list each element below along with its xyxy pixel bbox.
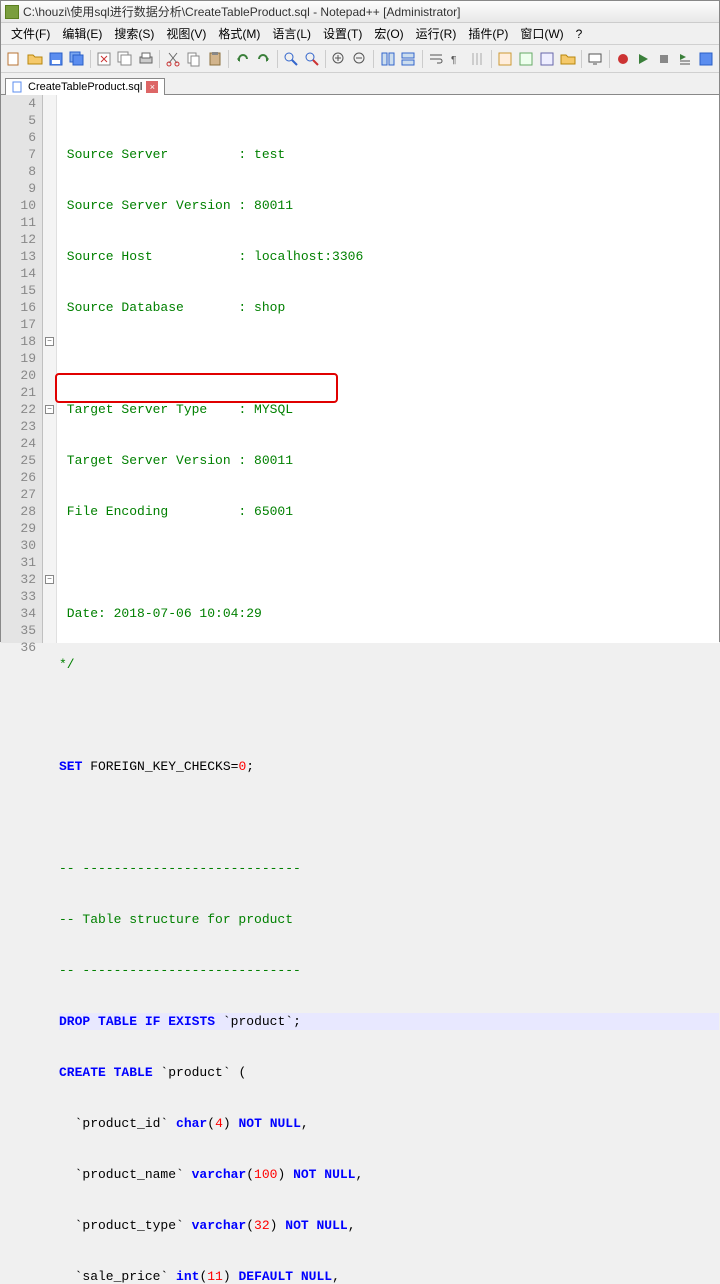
menu-help[interactable]: ?: [570, 25, 589, 43]
playlist-icon[interactable]: [676, 48, 695, 70]
line-number-gutter: 4567891011121314151617181920212223242526…: [1, 95, 43, 643]
find-icon[interactable]: [282, 48, 301, 70]
code-editor[interactable]: 4567891011121314151617181920212223242526…: [1, 95, 719, 643]
line-number: 31: [1, 554, 36, 571]
toolbar: ¶: [1, 45, 719, 73]
line-number: 33: [1, 588, 36, 605]
line-number: 34: [1, 605, 36, 622]
play-icon[interactable]: [634, 48, 653, 70]
line-number: 25: [1, 452, 36, 469]
menu-file[interactable]: 文件(F): [5, 23, 56, 44]
tab-label: CreateTableProduct.sql: [28, 81, 142, 93]
line-number: 28: [1, 503, 36, 520]
menu-lang[interactable]: 语言(L): [266, 23, 317, 44]
menu-run[interactable]: 运行(R): [410, 23, 463, 44]
line-number: 19: [1, 350, 36, 367]
line-number: 18: [1, 333, 36, 350]
zoom-in-icon[interactable]: [330, 48, 349, 70]
tab-close-icon[interactable]: ×: [146, 81, 158, 93]
line-number: 13: [1, 248, 36, 265]
window-title: C:\houzi\使用sql进行数据分析\CreateTableProduct.…: [23, 3, 461, 20]
code-area[interactable]: Source Server : test Source Server Versi…: [57, 95, 719, 643]
zoom-out-icon[interactable]: [351, 48, 370, 70]
monitor-icon[interactable]: [586, 48, 605, 70]
tab-bar: CreateTableProduct.sql ×: [1, 73, 719, 95]
file-icon: [12, 81, 24, 93]
line-number: 11: [1, 214, 36, 231]
fold-collapse-icon[interactable]: −: [45, 337, 54, 346]
save-icon[interactable]: [47, 48, 66, 70]
line-number: 30: [1, 537, 36, 554]
sync-v-icon[interactable]: [378, 48, 397, 70]
undo-icon[interactable]: [233, 48, 252, 70]
highlight-box: [55, 373, 338, 403]
line-number: 21: [1, 384, 36, 401]
svg-text:¶: ¶: [451, 55, 456, 66]
line-number: 24: [1, 435, 36, 452]
line-number: 7: [1, 146, 36, 163]
fold-collapse-icon[interactable]: −: [45, 405, 54, 414]
show-all-icon[interactable]: ¶: [447, 48, 466, 70]
menu-bar: 文件(F) 编辑(E) 搜索(S) 视图(V) 格式(M) 语言(L) 设置(T…: [1, 23, 719, 45]
line-number: 16: [1, 299, 36, 316]
paste-icon[interactable]: [206, 48, 225, 70]
save-macro-icon[interactable]: [696, 48, 715, 70]
redo-icon[interactable]: [254, 48, 273, 70]
folder-icon[interactable]: [558, 48, 577, 70]
wrap-icon[interactable]: [427, 48, 446, 70]
menu-settings[interactable]: 设置(T): [317, 23, 368, 44]
fold-collapse-icon[interactable]: −: [45, 575, 54, 584]
line-number: 32: [1, 571, 36, 588]
line-number: 14: [1, 265, 36, 282]
line-number: 35: [1, 622, 36, 639]
record-icon[interactable]: [613, 48, 632, 70]
menu-plugins[interactable]: 插件(P): [462, 23, 514, 44]
close-all-icon[interactable]: [116, 48, 135, 70]
cut-icon[interactable]: [164, 48, 183, 70]
line-number: 20: [1, 367, 36, 384]
line-number: 17: [1, 316, 36, 333]
line-number: 29: [1, 520, 36, 537]
open-file-icon[interactable]: [26, 48, 45, 70]
fold-gutter: − − −: [43, 95, 57, 643]
new-file-icon[interactable]: [5, 48, 24, 70]
line-number: 22: [1, 401, 36, 418]
menu-format[interactable]: 格式(M): [212, 23, 266, 44]
line-number: 9: [1, 180, 36, 197]
sync-h-icon[interactable]: [399, 48, 418, 70]
indent-guide-icon[interactable]: [468, 48, 487, 70]
copy-icon[interactable]: [185, 48, 204, 70]
line-number: 10: [1, 197, 36, 214]
file-tab[interactable]: CreateTableProduct.sql ×: [5, 78, 165, 95]
close-icon[interactable]: [95, 48, 114, 70]
save-all-icon[interactable]: [67, 48, 86, 70]
title-bar: C:\houzi\使用sql进行数据分析\CreateTableProduct.…: [1, 1, 719, 23]
line-number: 15: [1, 282, 36, 299]
line-number: 6: [1, 129, 36, 146]
line-number: 23: [1, 418, 36, 435]
line-number: 26: [1, 469, 36, 486]
menu-macro[interactable]: 宏(O): [368, 23, 409, 44]
app-icon: [5, 5, 19, 19]
menu-edit[interactable]: 编辑(E): [56, 23, 108, 44]
replace-icon[interactable]: [302, 48, 321, 70]
menu-search[interactable]: 搜索(S): [108, 23, 160, 44]
menu-view[interactable]: 视图(V): [160, 23, 212, 44]
line-number: 27: [1, 486, 36, 503]
print-icon[interactable]: [136, 48, 155, 70]
line-number: 8: [1, 163, 36, 180]
line-number: 5: [1, 112, 36, 129]
stop-icon[interactable]: [655, 48, 674, 70]
menu-window[interactable]: 窗口(W): [514, 23, 569, 44]
line-number: 12: [1, 231, 36, 248]
line-number: 4: [1, 95, 36, 112]
func-list-icon[interactable]: [537, 48, 556, 70]
lang-icon[interactable]: [496, 48, 515, 70]
doc-map-icon[interactable]: [517, 48, 536, 70]
